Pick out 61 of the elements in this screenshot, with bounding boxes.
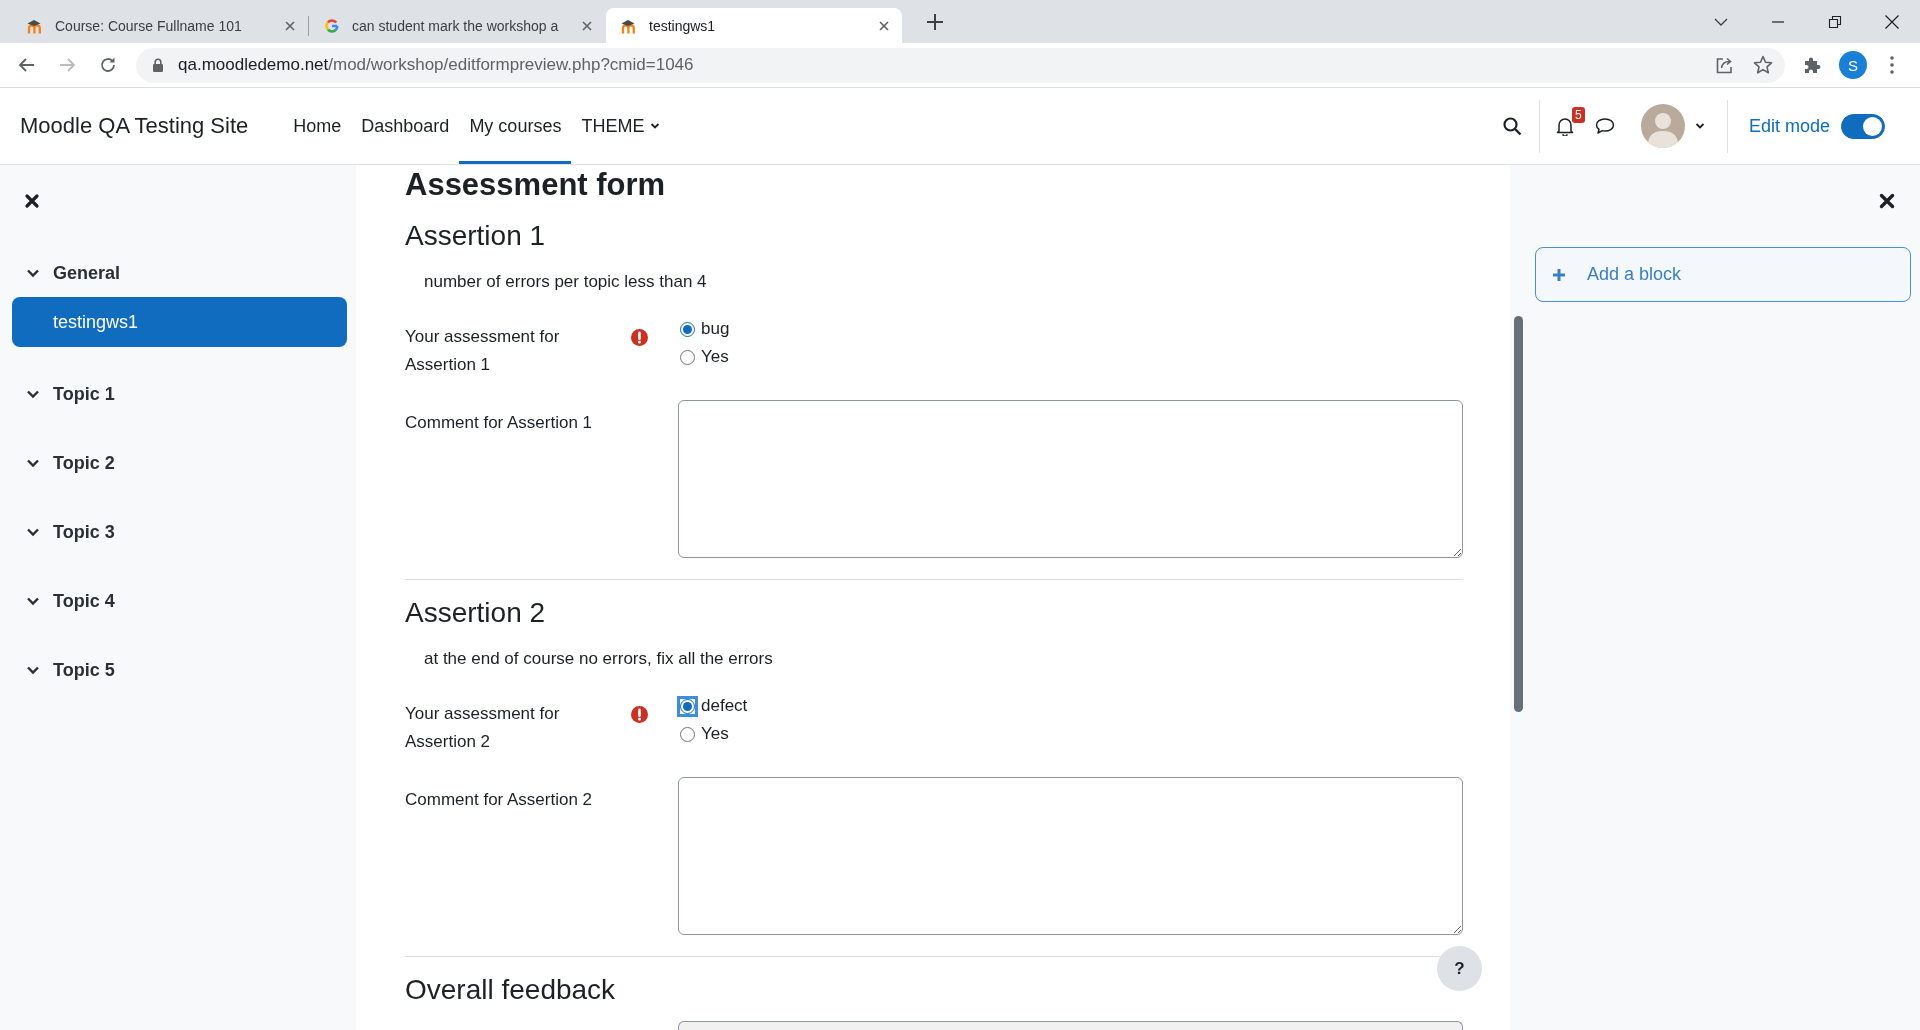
section-link[interactable]: Topic 2 [53, 452, 115, 474]
radio-button[interactable] [680, 349, 695, 365]
close-icon[interactable] [1878, 192, 1896, 210]
add-block-button[interactable]: Add a block [1535, 247, 1911, 302]
option-label: Yes [701, 347, 729, 367]
activity-link[interactable]: testingws1 [12, 297, 347, 347]
assertion-description: at the end of course no errors, fix all the errors [423, 648, 774, 670]
browser-tab[interactable]: testingws1 [606, 8, 902, 43]
reload-icon[interactable] [98, 55, 118, 75]
favicon-icon [621, 17, 637, 34]
comment-field[interactable] [678, 777, 1463, 935]
page-heading: Assessment form [405, 166, 667, 203]
search-icon[interactable] [1501, 116, 1522, 136]
edit-mode-switch[interactable] [1841, 113, 1885, 139]
close-icon[interactable] [24, 193, 40, 209]
favicon-icon [324, 17, 340, 34]
star-icon[interactable] [1752, 54, 1774, 76]
help-button[interactable]: ? [1437, 946, 1482, 991]
bell-icon[interactable] [1554, 116, 1575, 136]
notification-badge: 5 [1571, 107, 1585, 123]
field-label: Your assessment for Assertion 1 [405, 326, 561, 376]
nav-link[interactable]: Home [283, 88, 352, 164]
section-link[interactable]: General [53, 262, 121, 284]
radio-button[interactable] [680, 698, 695, 714]
chat-bubble-icon[interactable] [1594, 116, 1615, 136]
section-link[interactable]: Topic 1 [53, 383, 115, 405]
lock-icon[interactable] [150, 57, 166, 73]
option-label: Yes [701, 724, 729, 744]
nav-link[interactable]: My courses [459, 88, 572, 164]
radio-button[interactable] [680, 726, 695, 742]
section-link[interactable]: Topic 3 [53, 521, 115, 543]
field-label: Comment for Assertion 1 [405, 412, 594, 434]
assertion-description: number of errors per topic less than 4 [423, 271, 708, 293]
option-label: bug [701, 319, 730, 339]
browser-tab[interactable]: can student mark the workshop a [309, 8, 605, 43]
nav-link[interactable]: THEME [571, 88, 671, 164]
field-label: Comment for Assertion 2 [405, 789, 594, 811]
section-heading: Assertion 1 [405, 219, 547, 253]
radio-button[interactable] [680, 321, 695, 337]
section-heading: Overall feedback [405, 973, 617, 1007]
restore-icon[interactable] [1827, 14, 1842, 29]
nav-link[interactable]: Dashboard [351, 88, 460, 164]
edit-mode-label[interactable]: Edit mode [1748, 115, 1830, 137]
site-name[interactable]: Moodle QA Testing Site [20, 113, 249, 139]
caret-icon[interactable] [1694, 121, 1705, 131]
address-field[interactable]: qa.moodledemo.net/mod/workshop/editformpreview.php?cmid=1046 [136, 47, 1785, 83]
section-heading: Assertion 2 [405, 596, 547, 630]
profile-button[interactable]: S [1839, 51, 1867, 79]
puzzle-icon[interactable] [1802, 55, 1822, 75]
comment-field[interactable] [678, 400, 1463, 558]
browser-tab[interactable]: Course: Course Fullname 101 [12, 8, 308, 43]
scrollbar-thumb[interactable] [1514, 316, 1523, 712]
close-icon[interactable] [1883, 13, 1900, 30]
feedback-field[interactable] [678, 1021, 1463, 1030]
plus-icon [1552, 267, 1566, 282]
favicon-icon [27, 17, 43, 34]
section-link[interactable]: Topic 5 [53, 659, 115, 681]
section-link[interactable]: Topic 4 [53, 590, 115, 612]
field-label: Your assessment for Assertion 2 [405, 703, 561, 753]
kebab-menu-icon[interactable] [1890, 56, 1894, 74]
option-label: defect [701, 696, 748, 716]
